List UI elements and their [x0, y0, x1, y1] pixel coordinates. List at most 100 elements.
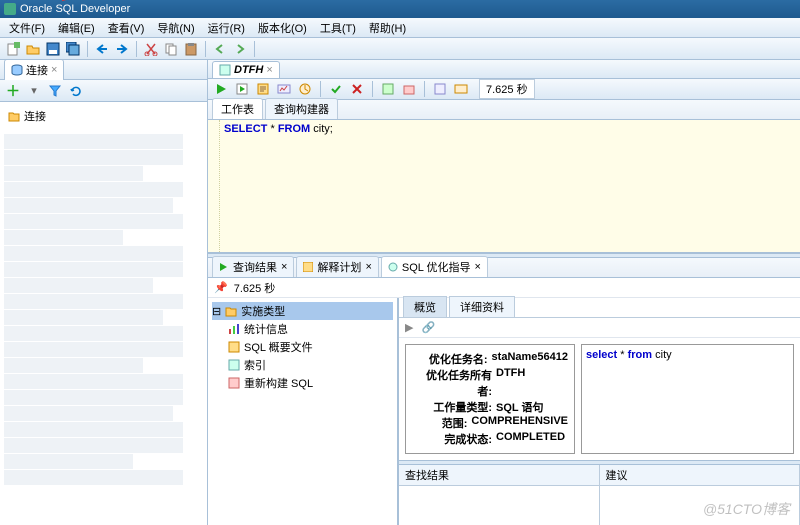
save-all-button[interactable] [64, 40, 82, 58]
close-icon[interactable]: × [475, 261, 481, 273]
link-icon[interactable]: 🔗 [421, 321, 435, 334]
blurred-item [4, 390, 183, 405]
filter-button[interactable] [46, 82, 64, 100]
worksheet-tab[interactable]: DTFH × [212, 61, 280, 78]
overview-tab[interactable]: 概览 [403, 296, 447, 317]
undo-button[interactable] [93, 40, 111, 58]
tree-label: 实施类型 [241, 303, 285, 319]
findings-tree[interactable]: ⊟ 实施类型 统计信息 SQL 概要文件 索引 重新构建 SQL [208, 298, 398, 525]
sql-code[interactable]: SELECT * FROM city; [220, 120, 800, 252]
sql-tuning-button[interactable] [296, 80, 314, 98]
forward-button[interactable] [231, 40, 249, 58]
info-key: 范围: [412, 415, 467, 431]
unshared-worksheet-button[interactable] [379, 80, 397, 98]
sql-editor[interactable]: SELECT * FROM city; [208, 120, 800, 253]
main-area: 连接 × ＋ ▾ 连接 [0, 60, 800, 525]
sql-tuning-tab[interactable]: SQL 优化指导× [381, 256, 488, 277]
query-result-tab[interactable]: 查询结果 × [212, 256, 294, 277]
connections-tab[interactable]: 连接 × [4, 59, 64, 80]
rollback-button[interactable] [348, 80, 366, 98]
info-val: COMPREHENSIVE [471, 415, 568, 431]
blurred-item [4, 214, 183, 229]
autotrace-button[interactable] [275, 80, 293, 98]
info-key: 优化任务所有者: [412, 367, 492, 399]
play-icon[interactable]: ▶ [405, 321, 413, 334]
result-toolbar: 📌 7.625 秒 [208, 278, 800, 298]
info-val: SQL 语句 [496, 399, 543, 415]
blurred-item [4, 198, 173, 213]
blurred-item [4, 374, 183, 389]
cut-button[interactable] [142, 40, 160, 58]
close-icon[interactable]: × [266, 64, 272, 76]
tree-item-profile[interactable]: SQL 概要文件 [212, 338, 393, 356]
blurred-item [4, 342, 183, 357]
redo-button[interactable] [113, 40, 131, 58]
blurred-item [4, 246, 183, 261]
tree-item-restructure[interactable]: 重新构建 SQL [212, 374, 393, 392]
menu-navigate[interactable]: 导航(N) [152, 18, 199, 38]
explain-plan-button[interactable] [254, 80, 272, 98]
editor-gutter [208, 120, 220, 252]
plan-icon [303, 262, 313, 272]
worksheet-subtab[interactable]: 工作表 [212, 98, 263, 119]
blurred-item [4, 230, 123, 245]
info-val: staName56412 [492, 351, 568, 367]
play-icon [219, 262, 229, 272]
tree-label: 重新构建 SQL [244, 375, 313, 391]
menu-tools[interactable]: 工具(T) [315, 18, 361, 38]
close-icon[interactable]: × [365, 261, 371, 273]
pin-icon[interactable]: 📌 [214, 281, 228, 294]
commit-button[interactable] [327, 80, 345, 98]
back-button[interactable] [211, 40, 229, 58]
connections-root[interactable]: 连接 [4, 106, 203, 126]
explain-plan-tab[interactable]: 解释计划 × [296, 256, 378, 277]
blurred-item [4, 294, 183, 309]
info-val: DTFH [496, 367, 525, 399]
tree-root[interactable]: ⊟ 实施类型 [212, 302, 393, 320]
findings-column: 查找结果 [399, 465, 600, 525]
query-builder-subtab[interactable]: 查询构建器 [265, 98, 338, 119]
history-button[interactable] [431, 80, 449, 98]
refresh-button[interactable] [67, 82, 85, 100]
app-icon [4, 3, 16, 15]
app-title: Oracle SQL Developer [20, 3, 130, 15]
connections-tab-label: 连接 [26, 62, 48, 78]
blurred-item [4, 406, 173, 421]
collapse-icon[interactable]: ⊟ [212, 305, 221, 318]
menu-run[interactable]: 运行(R) [203, 18, 250, 38]
info-key: 工作量类型: [412, 399, 492, 415]
tree-label: 索引 [244, 357, 266, 373]
detail-tab[interactable]: 详细资料 [449, 296, 515, 317]
paste-button[interactable] [182, 40, 200, 58]
menu-versioning[interactable]: 版本化(O) [253, 18, 312, 38]
menu-edit[interactable]: 编辑(E) [53, 18, 100, 38]
close-icon[interactable]: × [51, 64, 57, 76]
worksheet-toolbar: 7.625 秒 [208, 79, 800, 100]
menu-help[interactable]: 帮助(H) [364, 18, 411, 38]
stats-icon [228, 323, 240, 335]
open-button[interactable] [24, 40, 42, 58]
worksheet-tab-label: DTFH [234, 64, 263, 76]
menu-file[interactable]: 文件(F) [4, 18, 50, 38]
result-body: ⊟实施类型 统计信息 SQL 概要文件 索引 重新构建 SQL 概览 详细资料 … [208, 298, 800, 525]
connections-tree[interactable]: 连接 [0, 102, 207, 525]
blurred-item [4, 182, 183, 197]
blurred-item [4, 358, 143, 373]
blurred-item [4, 150, 183, 165]
run-button[interactable] [212, 80, 230, 98]
new-connection-button[interactable]: ＋ [4, 82, 22, 100]
new-button[interactable] [4, 40, 22, 58]
tree-item-index[interactable]: 索引 [212, 356, 393, 374]
close-icon[interactable]: × [281, 261, 287, 273]
clear-button[interactable] [400, 80, 418, 98]
copy-button[interactable] [162, 40, 180, 58]
recommendations-column: 建议 [600, 465, 800, 525]
menu-view[interactable]: 查看(V) [103, 18, 150, 38]
run-script-button[interactable] [233, 80, 251, 98]
dropdown-button[interactable]: ▾ [25, 82, 43, 100]
snippets-button[interactable] [452, 80, 470, 98]
tree-item-stats[interactable]: 统计信息 [212, 320, 393, 338]
tab-label: 解释计划 [317, 259, 361, 275]
save-button[interactable] [44, 40, 62, 58]
tab-label: 查询结果 [233, 259, 277, 275]
